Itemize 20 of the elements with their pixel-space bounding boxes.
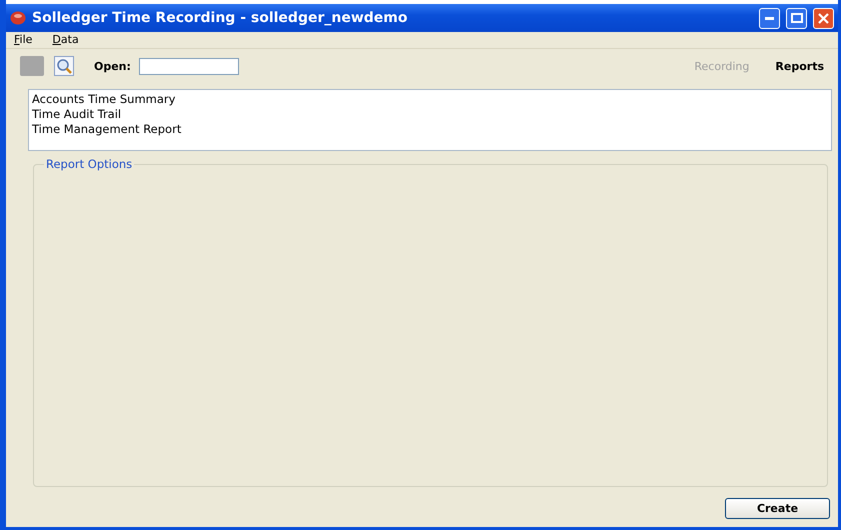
open-field[interactable]	[138, 58, 239, 74]
menu-item[interactable]: File	[14, 33, 32, 47]
report-item[interactable]: Time Management Report	[32, 122, 828, 137]
maximize-icon	[790, 13, 802, 23]
open-label: Open:	[94, 60, 131, 72]
close-button[interactable]	[813, 8, 834, 28]
maximize-button[interactable]	[786, 8, 807, 28]
minimize-button[interactable]	[759, 8, 780, 28]
report-item[interactable]: Accounts Time Summary	[32, 92, 828, 107]
minimize-icon	[765, 16, 774, 20]
report-item[interactable]: Time Audit Trail	[32, 107, 828, 122]
blank-square-icon	[20, 56, 44, 76]
close-icon	[818, 12, 829, 24]
app-logo-icon	[10, 11, 26, 25]
window-title: Solledger Time Recording - solledger_newdemo	[32, 10, 408, 26]
search-icon	[54, 56, 74, 76]
create-button[interactable]: Create	[725, 498, 830, 519]
menu-item[interactable]: Data	[52, 33, 79, 47]
mode-tab[interactable]: Reports	[775, 60, 824, 72]
report-options-title: Report Options	[45, 157, 134, 171]
